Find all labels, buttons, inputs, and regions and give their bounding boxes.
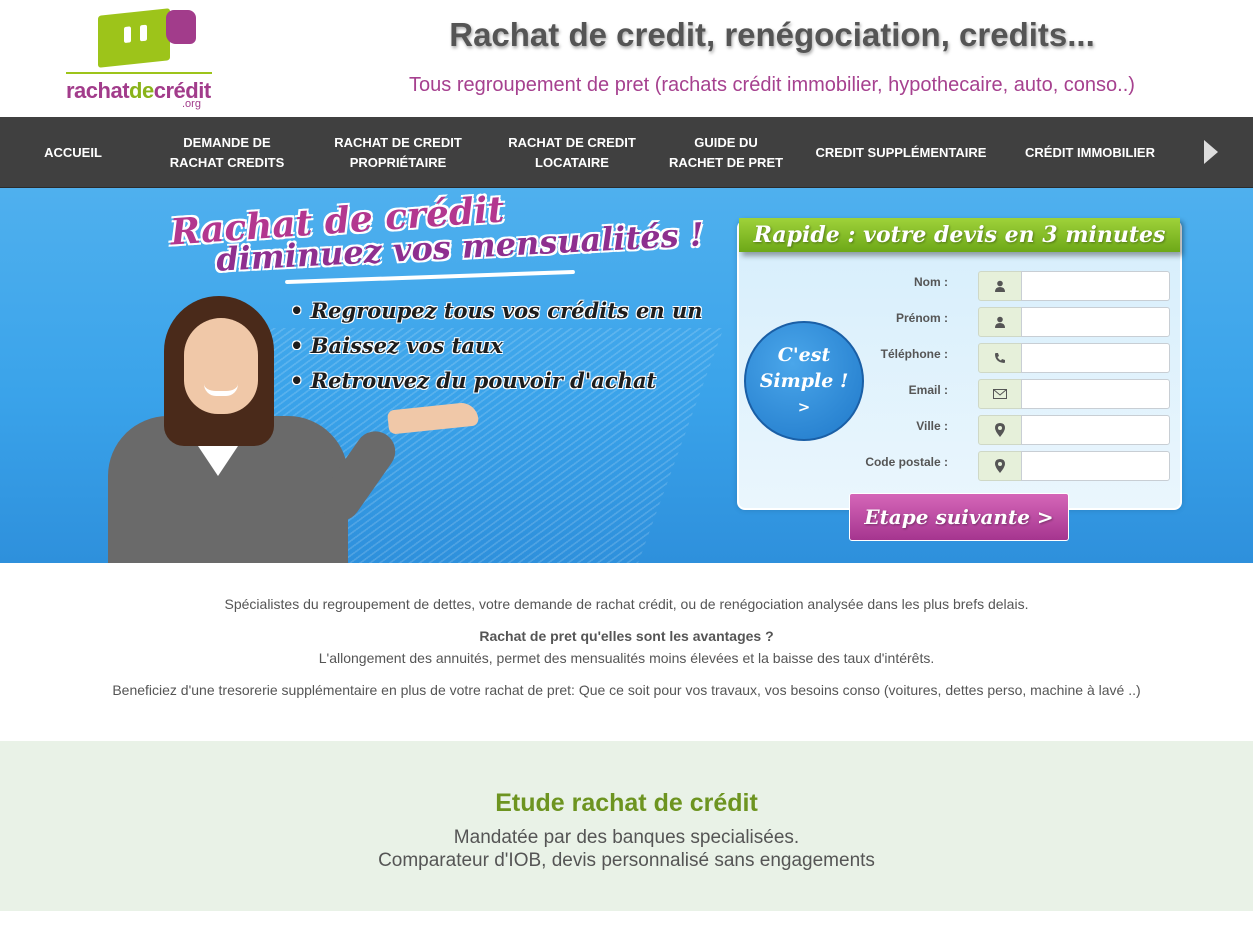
thumbs-up-icon — [166, 10, 196, 44]
nav-item-demande-rachat[interactable]: DEMANDE DE RACHAT CREDITS — [152, 117, 302, 188]
nav-item-rachat-proprietaire[interactable]: RACHAT DE CREDIT PROPRIÉTAIRE — [320, 117, 476, 188]
user-icon — [978, 271, 1022, 301]
site-logo[interactable]: rachatdecrédit .org — [62, 6, 222, 110]
study-title: Etude rachat de crédit — [495, 789, 758, 817]
field-label-email: Email : — [908, 383, 948, 397]
nav-item-accueil[interactable]: ACCUEIL — [18, 117, 128, 188]
ville-input[interactable] — [1021, 415, 1170, 445]
field-label-prenom: Prénom : — [895, 311, 948, 325]
email-input[interactable] — [1021, 379, 1170, 409]
nav-item-rachat-locataire[interactable]: RACHAT DE CREDIT LOCATAIRE — [496, 117, 648, 188]
nav-item-guide[interactable]: GUIDE DU RACHET DE PRET — [662, 117, 790, 188]
code-postale-input[interactable] — [1021, 451, 1170, 481]
map-marker-icon — [978, 451, 1022, 481]
field-label-code-postale: Code postale : — [865, 455, 948, 469]
prenom-input[interactable] — [1021, 307, 1170, 337]
next-step-button[interactable]: Etape suivante > — [849, 493, 1069, 541]
intro-section: Spécialistes du regroupement de dettes, … — [0, 563, 1253, 741]
telephone-input[interactable] — [1021, 343, 1170, 373]
logo-domain: .org — [182, 98, 201, 110]
nav-item-credit-supplementaire[interactable]: CREDIT SUPPLÉMENTAIRE — [808, 117, 994, 188]
intro-treasury-paragraph: Beneficiez d'une tresorerie supplémentai… — [112, 682, 1141, 698]
logo-mark-icon — [98, 8, 170, 68]
field-label-nom: Nom : — [914, 275, 948, 289]
intro-advantages-title: Rachat de pret qu'elles sont les avantag… — [479, 628, 774, 644]
intro-advantages-body: L'allongement des annuités, permet des m… — [318, 650, 935, 666]
field-label-telephone: Téléphone : — [880, 347, 948, 361]
site-header: rachatdecrédit .org Rachat de credit, re… — [0, 0, 1253, 117]
chevron-right-icon[interactable] — [1204, 140, 1218, 164]
main-nav: ACCUEIL DEMANDE DE RACHAT CREDITS RACHAT … — [0, 117, 1253, 188]
site-subtitle: Tous regroupement de pret (rachats crédi… — [409, 74, 1135, 96]
quote-form-banner: Rapide : votre devis en 3 minutes — [739, 218, 1180, 252]
envelope-icon — [978, 379, 1022, 409]
logo-divider — [66, 72, 212, 74]
intro-paragraph: Spécialistes du regroupement de dettes, … — [224, 596, 1029, 612]
study-line-2: Comparateur d'IOB, devis personnalisé sa… — [378, 850, 875, 871]
study-section: Etude rachat de crédit Mandatée par des … — [0, 741, 1253, 911]
phone-icon — [978, 343, 1022, 373]
user-icon — [978, 307, 1022, 337]
map-marker-icon — [978, 415, 1022, 445]
nav-item-credit-immobilier[interactable]: CRÉDIT IMMOBILIER — [1016, 117, 1164, 188]
hero-banner: Rachat de crédit diminuez vos mensualité… — [0, 188, 1253, 563]
field-label-ville: Ville : — [916, 419, 948, 433]
site-title: Rachat de credit, renégociation, credits… — [449, 16, 1095, 53]
study-line-1: Mandatée par des banques specialisées. — [453, 827, 800, 848]
nom-input[interactable] — [1021, 271, 1170, 301]
hero-woman-illustration — [108, 296, 480, 563]
